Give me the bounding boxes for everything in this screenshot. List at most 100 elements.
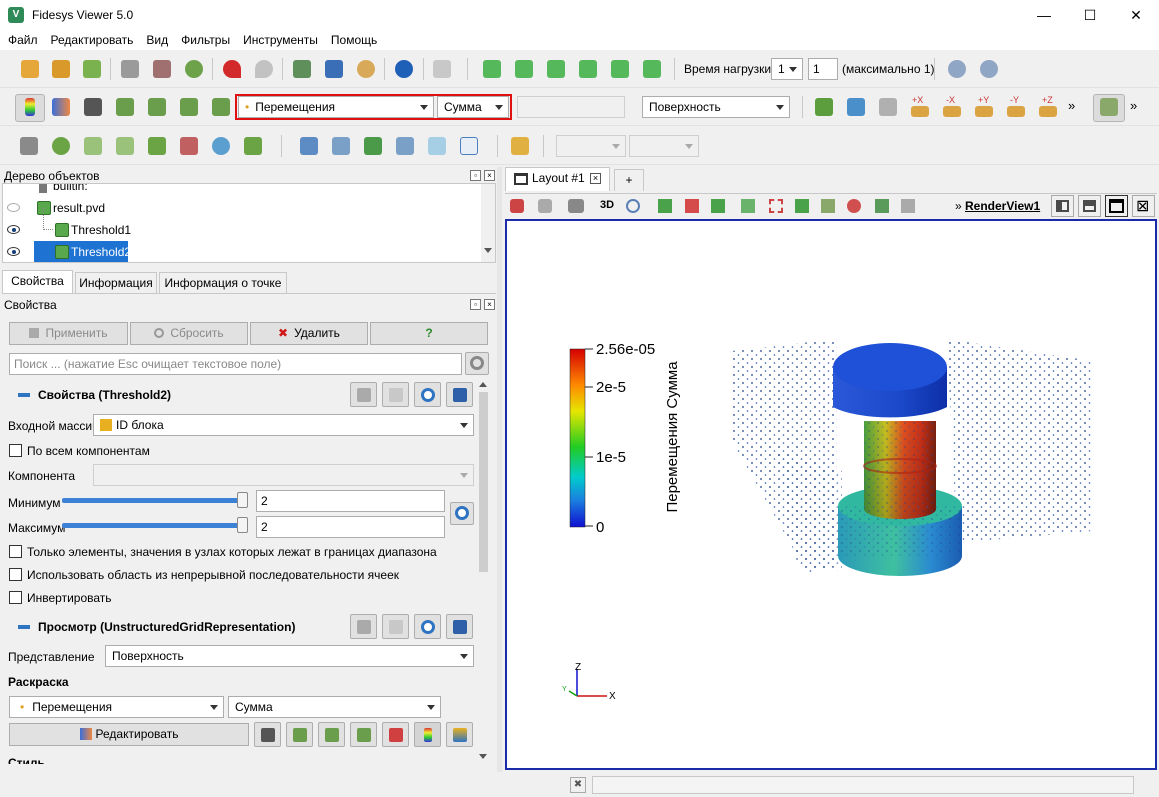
delete-button[interactable]: ✖ Удалить [250,322,368,345]
next-frame-button[interactable] [576,57,600,81]
close-panel-icon[interactable]: × [484,170,495,181]
open-file-button[interactable] [18,57,42,81]
time-step-combo[interactable]: 1 [771,58,803,80]
connect-button[interactable] [118,57,142,81]
query-button[interactable] [977,57,1001,81]
select-block-icon[interactable] [741,199,755,213]
render-view-name[interactable]: RenderView1 [965,199,1040,213]
all-components-checkbox[interactable] [9,444,22,457]
input-array-combo[interactable]: ID блока [93,414,474,436]
menu-edit[interactable]: Редактировать [43,33,139,47]
select-cells-icon[interactable] [658,199,672,213]
scroll-up-icon[interactable] [479,382,487,387]
paste-display-button[interactable] [382,614,409,639]
select-points-icon[interactable] [685,199,699,213]
save-data-button[interactable] [80,57,104,81]
threshold-button[interactable] [145,134,169,158]
reset-camera-button[interactable] [812,95,836,119]
view-plus-x-button[interactable]: +X [908,95,932,119]
menu-tools[interactable]: Инструменты [235,33,323,47]
zoom-to-box-button[interactable] [876,95,900,119]
display-representation-combo[interactable]: Поверхность [105,645,474,667]
view-minus-y-button[interactable]: -Y [1004,95,1028,119]
grow-selection-icon[interactable] [875,199,889,213]
reset-range-button[interactable] [450,502,474,525]
help-button[interactable]: ? [370,322,488,345]
eye-closed-icon[interactable] [7,203,20,212]
restore-defaults-button[interactable] [414,382,441,407]
display-coloring-array-combo[interactable]: • Перемещения [9,696,224,718]
open-recent-button[interactable] [49,57,73,81]
tree-item-threshold2[interactable]: Threshold2 [3,241,483,262]
camera-reset-icon[interactable] [510,199,524,213]
minimum-input[interactable]: 2 [256,490,445,512]
ruler-button[interactable] [508,134,532,158]
paste-properties-button[interactable] [382,382,409,407]
render-view[interactable]: 2.56e-05 2e-5 1e-5 0 Перемещения Сумма X… [505,219,1157,770]
undo-button[interactable] [220,57,244,81]
view-minus-x-button[interactable]: -X [940,95,964,119]
maximum-slider-handle[interactable] [237,517,248,533]
tab-properties[interactable]: Свойства [2,270,73,294]
toolbar-overflow-icon-2[interactable]: » [1130,98,1137,113]
status-close-icon[interactable]: ✖ [570,777,586,793]
zoom-icon[interactable] [626,199,640,213]
maximum-slider[interactable] [62,523,248,528]
representation-combo[interactable]: Поверхность [642,96,790,118]
advanced-settings-button[interactable] [465,352,489,375]
save-display-defaults-button[interactable] [446,614,473,639]
slice-button[interactable] [113,134,137,158]
scroll-down-icon[interactable] [479,754,487,759]
edit-scalar-bar-button[interactable] [446,722,473,747]
display-coloring-component-combo[interactable]: Сумма [228,696,441,718]
minimum-slider-handle[interactable] [237,492,248,508]
color-legend-button[interactable] [49,95,73,119]
python-button[interactable] [457,134,481,158]
view-3d-toggle[interactable]: 3D [600,199,614,211]
menu-file[interactable]: Файл [0,33,43,47]
all-scalars-checkbox[interactable] [9,545,22,558]
tree-item-builtin[interactable]: builtin: [3,184,483,197]
split-vertical-button[interactable] [1078,195,1101,217]
screenshot-button[interactable] [322,57,346,81]
calculator-button[interactable] [17,134,41,158]
clear-selection-icon[interactable] [901,199,915,213]
eye-icon[interactable] [7,225,20,234]
continuous-cell-range-checkbox[interactable] [9,568,22,581]
clip-button[interactable] [81,134,105,158]
toggle-scalar-bar-button[interactable] [414,722,441,747]
first-frame-button[interactable] [480,57,504,81]
coloring-component-combo[interactable]: Сумма [437,96,509,118]
reset-session-button[interactable] [182,57,206,81]
last-frame-button[interactable] [608,57,632,81]
choose-preset-button[interactable] [254,722,281,747]
toolbar-overflow-icon[interactable]: » [1068,98,1075,113]
stream-button[interactable] [425,134,449,158]
splitter-handle[interactable] [497,167,502,772]
palette-button[interactable] [354,57,378,81]
property-search-input[interactable]: Поиск ... (нажатие Esc очищает текстовое… [9,353,462,375]
disconnect-button[interactable] [150,57,174,81]
menu-filters[interactable]: Фильтры [173,33,235,47]
contour-button[interactable] [49,134,73,158]
copy-properties-button[interactable] [350,382,377,407]
plot-data-button[interactable] [361,134,385,158]
tab-point-information[interactable]: Информация о точке [159,272,287,294]
rescale-custom-range-button[interactable] [318,722,345,747]
rescale-visible-range-button[interactable] [382,722,409,747]
about-button[interactable] [392,57,416,81]
rescale-temporal-button[interactable] [177,95,201,119]
view-toolbar-overflow-icon[interactable]: » [955,199,962,213]
tab-information[interactable]: Информация [75,272,157,294]
select-frustum-icon[interactable] [711,199,725,213]
orientation-axes-button[interactable] [1093,94,1125,122]
warp-button[interactable] [241,134,265,158]
view-plus-y-button[interactable]: +Y [972,95,996,119]
close-panel-icon[interactable]: × [484,299,495,310]
edit-colormap-panel-button[interactable]: Редактировать [9,723,249,746]
split-horizontal-button[interactable] [1051,195,1074,217]
coloring-array-combo[interactable]: • Перемещения [238,96,434,118]
maximize-view-button[interactable] [1105,195,1128,217]
extract-subset-button[interactable] [177,134,201,158]
invert-checkbox[interactable] [9,591,22,604]
